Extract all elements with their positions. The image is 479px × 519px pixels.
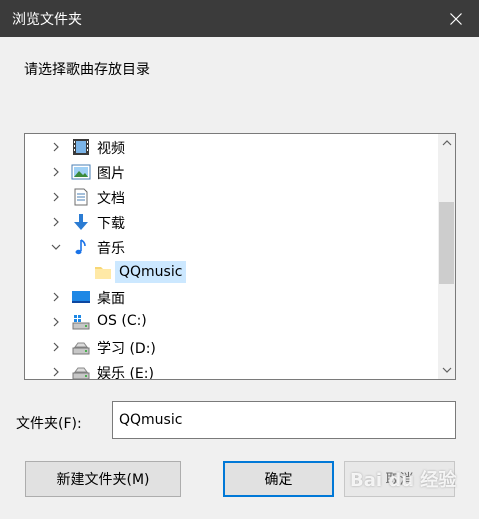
tree-item[interactable]: 图片 xyxy=(25,160,435,184)
tree-scrollbar[interactable] xyxy=(438,134,455,379)
tree-item[interactable]: 文档 xyxy=(25,185,435,209)
scrollbar-thumb[interactable] xyxy=(439,202,454,284)
tree-item[interactable]: 桌面 xyxy=(25,285,435,309)
tree-item-label: 文档 xyxy=(97,191,125,207)
folder-field[interactable] xyxy=(112,401,456,439)
tree-item-label: 音乐 xyxy=(97,241,125,257)
tree-item[interactable]: 娱乐 (E:) xyxy=(25,360,435,380)
scroll-up-arrow-icon[interactable] xyxy=(438,134,455,151)
folder-tree[interactable]: 视频 图片 文档 下载 音乐 QQmusic 桌面 OS (C:) 学习 (D:… xyxy=(24,133,456,380)
window-title: 浏览文件夹 xyxy=(12,12,82,28)
tree-item-label: 学习 (D:) xyxy=(97,341,156,357)
drive-icon xyxy=(71,363,91,379)
tree-item-label: 图片 xyxy=(97,166,125,182)
tree-item[interactable]: 音乐 xyxy=(25,235,435,259)
chevron-right-icon[interactable] xyxy=(49,189,63,205)
folder-field-label: 文件夹(F): xyxy=(16,416,82,432)
ok-button[interactable]: 确定 xyxy=(223,461,334,497)
close-icon xyxy=(450,12,462,25)
chevron-right-icon[interactable] xyxy=(49,339,63,355)
dialog-prompt: 请选择歌曲存放目录 xyxy=(24,62,150,78)
chevron-right-icon[interactable] xyxy=(49,214,63,230)
music-note-icon xyxy=(71,238,91,256)
os-drive-icon xyxy=(71,313,91,331)
close-button[interactable] xyxy=(433,0,479,37)
tree-item-label: OS (C:) xyxy=(97,313,147,329)
chevron-right-icon[interactable] xyxy=(49,164,63,180)
cancel-button[interactable]: 取消 xyxy=(344,461,455,497)
chevron-right-icon[interactable] xyxy=(49,314,63,330)
tree-item-label: 视频 xyxy=(97,141,125,157)
tree-item-label: 下载 xyxy=(97,216,125,232)
drive-icon xyxy=(71,338,91,356)
new-folder-button[interactable]: 新建文件夹(M) xyxy=(25,461,181,497)
video-folder-icon xyxy=(71,138,91,156)
tree-item[interactable]: 视频 xyxy=(25,135,435,159)
desktop-icon xyxy=(71,288,91,306)
chevron-right-icon[interactable] xyxy=(49,289,63,305)
scroll-down-arrow-icon[interactable] xyxy=(438,362,455,379)
tree-item-label: QQmusic xyxy=(115,261,187,283)
tree-item-selected[interactable]: QQmusic xyxy=(25,260,435,284)
tree-item[interactable]: 下载 xyxy=(25,210,435,234)
documents-folder-icon xyxy=(71,188,91,206)
chevron-right-icon[interactable] xyxy=(49,139,63,155)
download-folder-icon xyxy=(71,213,91,231)
tree-item-label: 娱乐 (E:) xyxy=(97,366,154,380)
title-bar: 浏览文件夹 xyxy=(0,0,479,37)
pictures-folder-icon xyxy=(71,163,91,181)
tree-item-label: 桌面 xyxy=(97,291,125,307)
tree-item[interactable]: 学习 (D:) xyxy=(25,335,435,359)
tree-item[interactable]: OS (C:) xyxy=(25,310,435,334)
chevron-down-icon[interactable] xyxy=(49,239,63,255)
folder-icon xyxy=(93,263,113,281)
chevron-right-icon[interactable] xyxy=(49,364,63,379)
